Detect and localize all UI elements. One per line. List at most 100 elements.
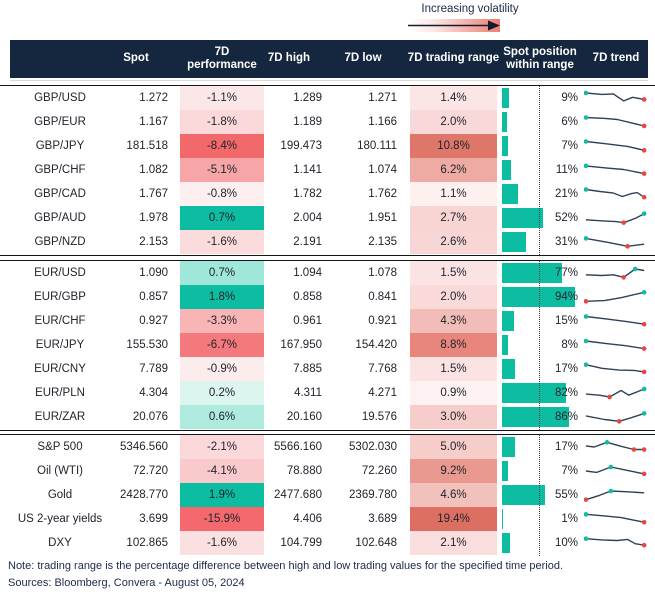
spot-value: 1.767: [139, 188, 168, 200]
table-row: DXY 102.865 -1.6% 104.799 102.648 2.1% 10%: [0, 531, 655, 555]
trading-range-heatmap-cell: 5.0%: [410, 435, 497, 459]
spot-position-value: 8%: [561, 339, 578, 351]
column-header-spot: Spot: [123, 52, 149, 65]
trading-range-heatmap-cell: 19.4%: [410, 507, 497, 531]
sparkline-7d-trend: [585, 386, 647, 400]
trading-range-heatmap-cell: 4.3%: [410, 309, 497, 333]
performance-heatmap-cell: 0.6%: [180, 405, 264, 429]
low-value: 72.260: [361, 465, 397, 477]
spot-position-bar: [502, 136, 508, 156]
table-row: EUR/JPY 155.530 -6.7% 167.950 154.420 8.8% 8%: [0, 333, 655, 357]
high-value: 5566.160: [274, 441, 322, 453]
asset-label: EUR/ZAR: [34, 411, 86, 423]
section-0: GBP/USD 1.272 -1.1% 1.289 1.271 1.4% 9% GBP/EUR…: [0, 85, 655, 256]
performance-heatmap-cell: -2.1%: [180, 435, 264, 459]
low-value: 1.078: [368, 267, 397, 279]
high-value: 4.406: [293, 513, 322, 525]
section-1: EUR/USD 1.090 0.7% 1.094 1.078 1.5% 77% EUR/GBP…: [0, 260, 655, 431]
asset-label: GBP/CHF: [34, 164, 86, 176]
sparkline-7d-trend: [585, 440, 647, 452]
spot-position-bar: [502, 335, 509, 355]
low-value: 1.271: [368, 92, 397, 104]
spot-position-bar: [502, 359, 516, 379]
section-2: S&P 500 5346.560 -2.1% 5566.160 5302.030 5.0%…: [0, 434, 655, 556]
high-value: 7.885: [293, 363, 322, 375]
table-row: EUR/PLN 4.304 0.2% 4.311 4.271 0.9% 82%: [0, 381, 655, 405]
table-row: GBP/CHF 1.082 -5.1% 1.141 1.074 6.2% 11%: [0, 158, 655, 182]
column-header-7d-high: 7D high: [267, 52, 311, 65]
trend-low-dot: [641, 148, 647, 153]
low-value: 2369.780: [349, 489, 397, 501]
spot-position-bar: [502, 461, 508, 481]
sparkline-7d-trend: [584, 314, 647, 327]
table-row: EUR/CHF 0.927 -3.3% 0.961 0.921 4.3% 15%: [0, 309, 655, 333]
table-row: EUR/CNY 7.789 -0.9% 7.885 7.768 1.5% 17%: [0, 357, 655, 381]
sparkline-7d-trend: [585, 411, 647, 424]
trend-high-dot: [584, 139, 589, 144]
spot-value: 1.082: [139, 164, 168, 176]
spot-position-bar: [502, 160, 511, 180]
trend-low-dot: [607, 394, 612, 400]
trend-low-dot: [641, 471, 647, 477]
asset-label: EUR/GBP: [34, 291, 86, 303]
performance-heatmap-cell: 0.2%: [180, 381, 264, 405]
low-value: 0.841: [368, 291, 397, 303]
sparkline-7d-trend: [585, 266, 645, 280]
trend-high-dot: [584, 362, 589, 367]
spot-position-bar: [502, 437, 516, 457]
performance-heatmap-cell: -0.9%: [180, 357, 264, 381]
performance-heatmap-cell: -1.1%: [180, 86, 264, 110]
performance-heatmap-cell: -1.8%: [180, 110, 264, 134]
trend-high-dot: [641, 411, 647, 416]
trend-low-dot: [641, 97, 647, 102]
table-row: EUR/USD 1.090 0.7% 1.094 1.078 1.5% 77%: [0, 261, 655, 285]
trading-range-heatmap-cell: 1.4%: [410, 86, 497, 110]
sparkline-7d-trend: [584, 338, 647, 351]
asset-label: US 2-year yields: [17, 513, 103, 525]
sparkline-7d-trend: [584, 115, 647, 129]
column-header-7d-low: 7D low: [344, 52, 382, 65]
table-row: GBP/EUR 1.167 -1.8% 1.189 1.166 2.0% 6%: [0, 110, 655, 134]
trend-high-dot: [584, 115, 589, 120]
spot-position-bar: [502, 311, 514, 331]
spot-position-value: 55%: [554, 489, 578, 501]
trend-high-dot: [584, 163, 589, 169]
asset-label: GBP/EUR: [34, 116, 86, 128]
table-row: GBP/AUD 1.978 0.7% 2.004 1.951 2.7% 52%: [0, 206, 655, 230]
high-value: 167.950: [280, 339, 322, 351]
trading-range-heatmap-cell: 0.9%: [410, 381, 497, 405]
volatility-legend-label: Increasing volatility: [421, 3, 519, 15]
trend-low-dot: [641, 447, 647, 452]
high-value: 1.189: [293, 116, 322, 128]
low-value: 2.135: [368, 236, 397, 248]
asset-label: GBP/CAD: [34, 188, 86, 200]
spot-position-value: 17%: [554, 363, 578, 375]
sparkline-7d-trend: [584, 187, 647, 200]
table-row: GBP/JPY 181.518 -8.4% 199.473 180.111 10.8% 7%: [0, 134, 655, 158]
trading-range-heatmap-cell: 1.5%: [410, 357, 497, 381]
asset-label: GBP/AUD: [34, 212, 86, 224]
performance-heatmap-cell: 1.8%: [180, 285, 264, 309]
trading-range-heatmap-cell: 2.7%: [410, 206, 497, 230]
spot-position-value: 15%: [554, 315, 578, 327]
trend-high-dot: [608, 464, 614, 470]
trend-low-dot: [584, 299, 589, 304]
spot-value: 7.789: [139, 363, 168, 375]
low-value: 3.689: [368, 513, 397, 525]
high-value: 104.799: [280, 537, 322, 549]
range-midpoint-dotted-line: [539, 261, 540, 430]
trading-range-heatmap-cell: 2.0%: [410, 285, 497, 309]
trading-range-heatmap-cell: 2.0%: [410, 110, 497, 134]
performance-heatmap-cell: -15.9%: [180, 507, 264, 531]
spot-position-value: 9%: [561, 92, 578, 104]
trading-range-heatmap-cell: 1.1%: [410, 182, 497, 206]
trend-low-dot: [641, 519, 647, 525]
trading-range-heatmap-cell: 2.1%: [410, 531, 497, 555]
spot-position-value: 6%: [561, 116, 578, 128]
spot-position-bar: [502, 533, 510, 553]
trading-range-heatmap-cell: 1.5%: [410, 261, 497, 285]
trend-low-dot: [641, 123, 647, 129]
spot-position-value: 82%: [554, 387, 578, 399]
trend-high-dot: [641, 386, 647, 392]
performance-heatmap-cell: 0.7%: [180, 206, 264, 230]
